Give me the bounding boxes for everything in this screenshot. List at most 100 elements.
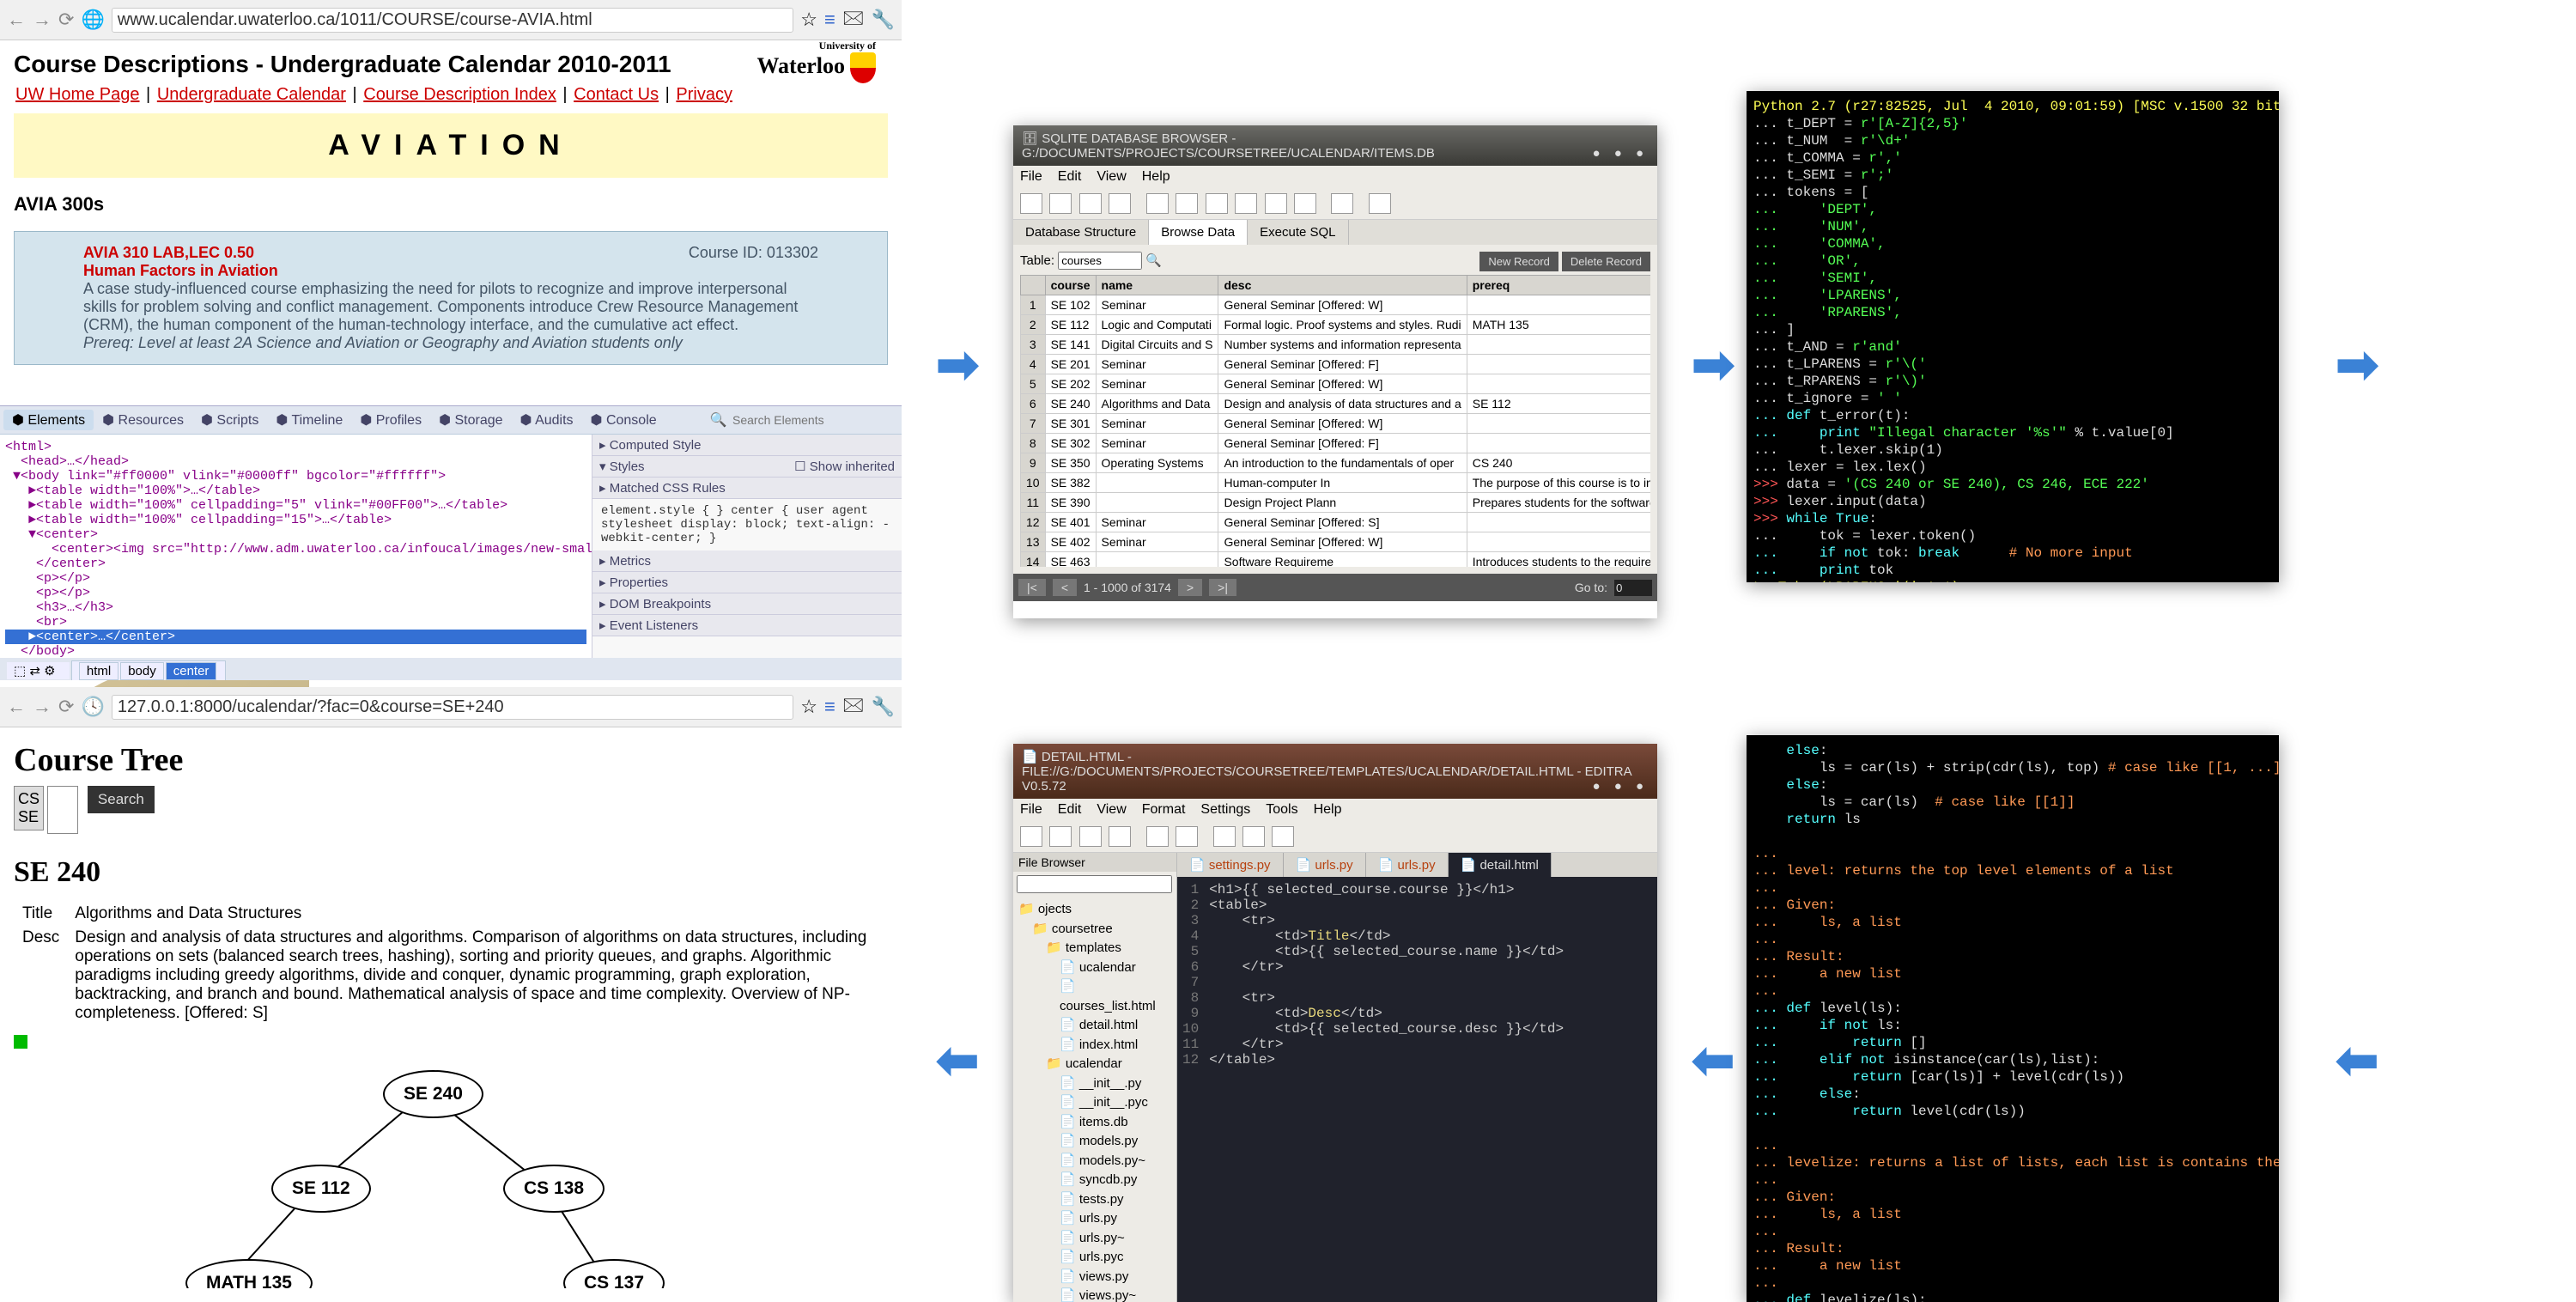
menubar[interactable]: File Edit View Format Settings Tools Help [1013, 799, 1657, 821]
devtools-tab[interactable]: ⬢ Timeline [267, 410, 351, 430]
menu-item[interactable]: Format [1142, 802, 1186, 817]
nav-link[interactable]: Privacy [676, 85, 732, 104]
window-controls[interactable]: ● ● ● [1592, 146, 1649, 161]
redo-icon[interactable] [1176, 826, 1198, 847]
course-input[interactable] [47, 786, 78, 834]
table-icon[interactable] [1294, 193, 1316, 214]
table-icon[interactable] [1146, 193, 1169, 214]
table-icon[interactable] [1235, 193, 1257, 214]
reload-icon[interactable]: ⟳ [58, 9, 74, 31]
fwd-icon[interactable]: → [33, 696, 52, 718]
back-icon[interactable]: ← [7, 9, 26, 31]
menu-item[interactable]: File [1020, 169, 1042, 184]
styles-pane[interactable]: ▸ Computed Style▾ Styles☐ Show inherited… [592, 435, 902, 658]
wrench-icon[interactable]: 🔧 [872, 696, 895, 718]
menu-item[interactable]: Help [1142, 169, 1170, 184]
help-icon[interactable] [1369, 193, 1391, 214]
tab[interactable]: Database Structure [1013, 220, 1149, 245]
devtools-search[interactable] [731, 412, 890, 428]
menu-icon[interactable]: ≡ [824, 9, 835, 31]
tab[interactable]: Browse Data [1149, 220, 1248, 245]
url-input[interactable]: www.ucalendar.uwaterloo.ca/1011/COURSE/c… [112, 8, 793, 33]
code-editor[interactable]: 123456789101112 <h1>{{ selected_course.c… [1177, 877, 1657, 1302]
pager[interactable]: |< < 1 - 1000 of 3174 > >| Go to: [1013, 574, 1657, 601]
new-icon[interactable] [1020, 826, 1042, 847]
filter-input[interactable] [1017, 875, 1172, 893]
menu-item[interactable]: Edit [1058, 169, 1082, 184]
goto-input[interactable] [1614, 580, 1652, 596]
menu-item[interactable]: Edit [1058, 802, 1082, 817]
devtools-tab[interactable]: ⬢ Scripts [192, 410, 267, 430]
open-icon[interactable] [1049, 826, 1072, 847]
green-square-icon [14, 1035, 27, 1049]
nav-link[interactable]: Contact Us [574, 85, 659, 104]
save-icon[interactable] [1079, 193, 1102, 214]
star-icon[interactable]: ☆ [800, 9, 817, 31]
devtools-tabs[interactable]: ⬢ Elements⬢ Resources⬢ Scripts⬢ Timeline… [0, 406, 902, 435]
table-icon[interactable] [1206, 193, 1228, 214]
devtools-tab[interactable]: ⬢ Profiles [351, 410, 430, 430]
devtools-tab[interactable]: ⬢ Console [582, 410, 665, 430]
paste-icon[interactable] [1242, 826, 1265, 847]
terminal-output[interactable]: Python 2.7 (r27:82525, Jul 4 2010, 09:01… [1747, 91, 2279, 582]
terminal-output[interactable]: else: ls = car(ls) + strip(cdr(ls), top)… [1747, 735, 2279, 1302]
save-icon[interactable] [1079, 826, 1102, 847]
devtools-tab[interactable]: ⬢ Audits [512, 410, 582, 430]
next-icon[interactable]: > [1178, 579, 1202, 596]
toolbar[interactable] [1013, 188, 1657, 220]
mail-icon[interactable]: 🖂 [842, 3, 865, 36]
menu-item[interactable]: View [1097, 802, 1126, 817]
menu-item[interactable]: File [1020, 802, 1042, 817]
editor-tab[interactable]: 📄 urls.py [1366, 853, 1449, 877]
editor-tab[interactable]: 📄 settings.py [1177, 853, 1284, 877]
find-icon[interactable] [1272, 826, 1294, 847]
file-browser[interactable]: File Browser 📁 ojects📁 coursetree📁 templ… [1013, 853, 1177, 1302]
editor-tabs[interactable]: 📄 settings.py📄 urls.py📄 urls.py📄 detail.… [1177, 853, 1657, 877]
editor-tab[interactable]: 📄 detail.html [1449, 853, 1552, 877]
search-button[interactable]: Search [88, 786, 155, 813]
tabs[interactable]: Database StructureBrowse DataExecute SQL [1013, 220, 1657, 245]
breadcrumb[interactable]: ⬚ ⇄ ⚙ htmlbodycenter [0, 658, 902, 680]
nav-link[interactable]: Undergraduate Calendar [157, 85, 346, 104]
devtools-tab[interactable]: ⬢ Elements [3, 410, 94, 430]
devtools-tab[interactable]: ⬢ Resources [94, 410, 192, 430]
mail-icon[interactable]: 🖂 [842, 691, 865, 723]
back-icon[interactable]: ← [7, 696, 26, 718]
nav-link[interactable]: UW Home Page [15, 85, 140, 104]
url-input[interactable]: 127.0.0.1:8000/ucalendar/?fac=0&course=S… [112, 695, 793, 720]
last-icon[interactable]: >| [1209, 579, 1236, 596]
prev-icon[interactable]: < [1053, 579, 1077, 596]
undo-icon[interactable] [1109, 193, 1131, 214]
new-icon[interactable] [1020, 193, 1042, 214]
menu-icon[interactable]: ≡ [824, 696, 835, 718]
toolbar[interactable] [1013, 821, 1657, 853]
menu-item[interactable]: View [1097, 169, 1126, 184]
table-icon[interactable] [1265, 193, 1287, 214]
table-icon[interactable] [1176, 193, 1198, 214]
print-icon[interactable] [1109, 826, 1131, 847]
menubar[interactable]: File Edit View Help [1013, 166, 1657, 188]
wrench-icon[interactable]: 🔧 [872, 9, 895, 31]
devtools-tab[interactable]: ⬢ Storage [430, 410, 511, 430]
dom-tree[interactable]: <html> <head>…</head> ▼<body link="#ff00… [0, 435, 592, 658]
reload-icon[interactable]: ⟳ [58, 696, 74, 718]
fwd-icon[interactable]: → [33, 9, 52, 31]
faculty-select[interactable]: CSSE [14, 786, 44, 830]
undo-icon[interactable] [1146, 826, 1169, 847]
delete-record-button[interactable]: Delete Record [1562, 252, 1650, 271]
first-icon[interactable]: |< [1018, 579, 1046, 596]
log-icon[interactable] [1331, 193, 1353, 214]
menu-item[interactable]: Tools [1266, 802, 1297, 817]
star-icon[interactable]: ☆ [800, 696, 817, 718]
new-record-button[interactable]: New Record [1479, 252, 1558, 271]
editor-tab[interactable]: 📄 urls.py [1284, 853, 1366, 877]
data-grid[interactable]: coursenamedescprereqoffered1SE 102Semina… [1020, 275, 1650, 567]
tab[interactable]: Execute SQL [1248, 220, 1348, 245]
nav-link[interactable]: Course Description Index [363, 85, 556, 104]
menu-item[interactable]: Help [1314, 802, 1342, 817]
copy-icon[interactable] [1213, 826, 1236, 847]
menu-item[interactable]: Settings [1200, 802, 1250, 817]
open-icon[interactable] [1049, 193, 1072, 214]
table-select[interactable] [1058, 252, 1142, 270]
window-controls[interactable]: ● ● ● [1592, 779, 1649, 794]
